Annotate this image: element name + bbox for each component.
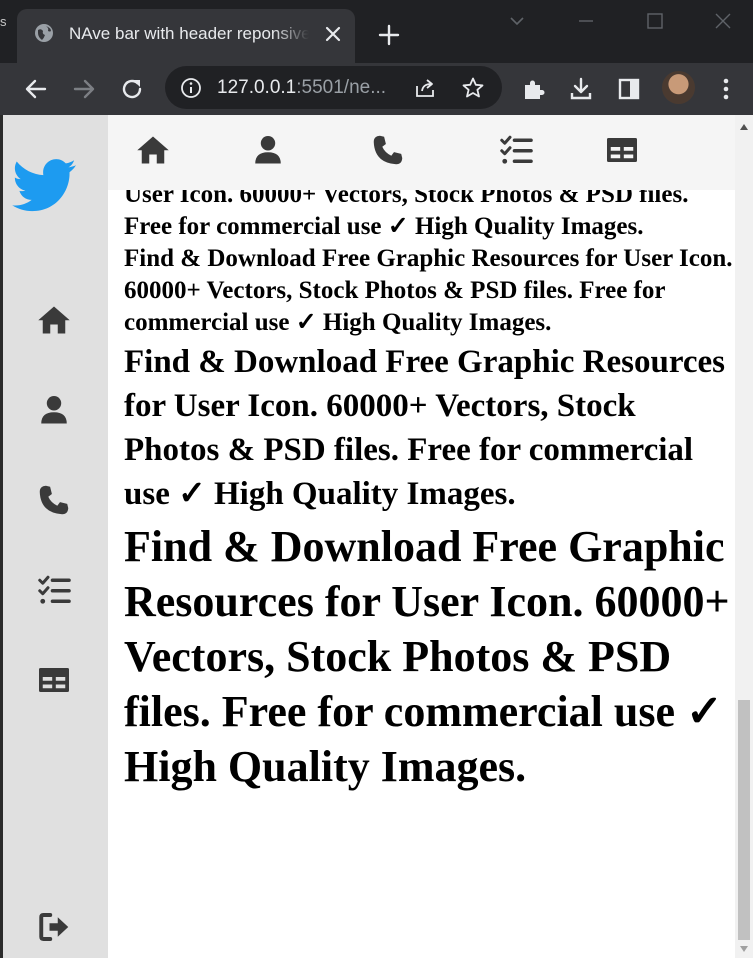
share-icon[interactable] bbox=[413, 76, 437, 100]
sign-out-icon[interactable] bbox=[36, 909, 72, 945]
star-icon[interactable] bbox=[461, 76, 485, 100]
top-navbar bbox=[108, 115, 735, 190]
sidebar bbox=[3, 115, 108, 958]
reload-icon[interactable] bbox=[119, 76, 145, 102]
scrollbar-thumb[interactable] bbox=[738, 700, 750, 940]
tab-title: NAve bar with header reponsive bbox=[69, 24, 309, 43]
content-paragraph: Find & Download Free Graphic Resources f… bbox=[124, 522, 730, 791]
forward-icon[interactable] bbox=[71, 76, 97, 102]
home-icon[interactable] bbox=[135, 132, 171, 168]
browser-tab-bar: s NAve bar with header reponsive bbox=[0, 0, 753, 63]
edge-glyph: s bbox=[0, 14, 7, 29]
window-close-icon[interactable] bbox=[714, 12, 732, 30]
close-icon[interactable] bbox=[323, 24, 343, 44]
vertical-scrollbar[interactable] bbox=[735, 115, 753, 958]
side-panel-icon[interactable] bbox=[616, 76, 642, 102]
main-content: User Icon. 60000+ Vectors, Stock Photos … bbox=[124, 179, 734, 794]
content-paragraph: Find & Download Free Graphic Resources f… bbox=[124, 245, 733, 336]
url-rest: :5501/ne... bbox=[296, 77, 387, 98]
extensions-icon[interactable] bbox=[521, 76, 547, 102]
new-tab-icon[interactable] bbox=[376, 22, 402, 48]
browser-tab[interactable]: NAve bar with header reponsive bbox=[17, 9, 355, 63]
twitter-logo-icon[interactable] bbox=[9, 153, 81, 217]
content-paragraph: Find & Download Free Graphic Resources f… bbox=[124, 344, 726, 512]
table-icon[interactable] bbox=[36, 662, 72, 698]
back-icon[interactable] bbox=[23, 76, 49, 102]
user-icon[interactable] bbox=[36, 392, 72, 428]
browser-toolbar: 127.0.0.1:5501/ne... bbox=[0, 63, 753, 115]
maximize-icon[interactable] bbox=[646, 12, 664, 30]
phone-icon[interactable] bbox=[370, 132, 406, 168]
globe-icon bbox=[35, 24, 53, 42]
user-icon[interactable] bbox=[250, 132, 286, 168]
scroll-down-arrow-icon[interactable] bbox=[739, 945, 749, 953]
profile-avatar[interactable] bbox=[662, 71, 695, 104]
phone-icon[interactable] bbox=[36, 482, 72, 518]
table-icon[interactable] bbox=[604, 132, 640, 168]
page-viewport: User Icon. 60000+ Vectors, Stock Photos … bbox=[0, 115, 753, 958]
checklist-icon[interactable] bbox=[36, 572, 72, 608]
url-host: 127.0.0.1 bbox=[217, 77, 297, 98]
chevron-down-icon[interactable] bbox=[508, 12, 526, 30]
download-icon[interactable] bbox=[568, 76, 594, 102]
url-text[interactable]: 127.0.0.1:5501/ne... bbox=[217, 77, 386, 99]
info-icon[interactable] bbox=[180, 77, 202, 99]
address-bar[interactable]: 127.0.0.1:5501/ne... bbox=[165, 66, 502, 109]
more-menu-icon[interactable] bbox=[713, 76, 739, 102]
minimize-icon[interactable] bbox=[577, 12, 595, 30]
scroll-up-arrow-icon[interactable] bbox=[739, 123, 749, 131]
checklist-icon[interactable] bbox=[498, 132, 534, 168]
home-icon[interactable] bbox=[36, 302, 72, 338]
